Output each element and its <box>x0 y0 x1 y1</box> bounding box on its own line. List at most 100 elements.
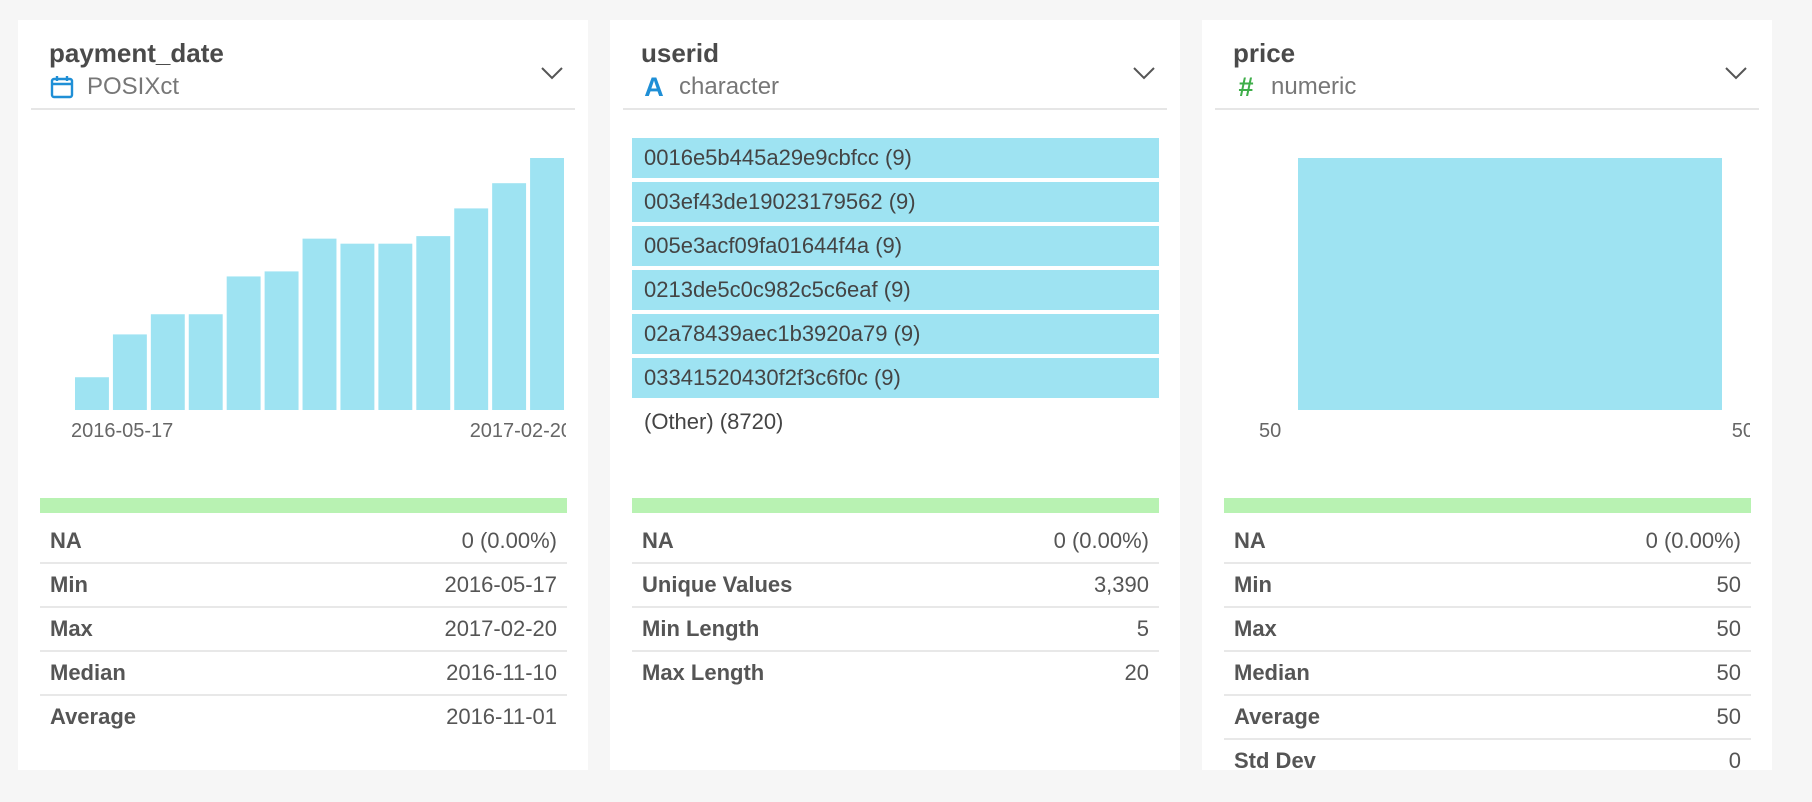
stat-row-max: Max 50 <box>1224 608 1751 652</box>
stat-label: Average <box>50 704 137 729</box>
column-type: A character <box>641 71 780 102</box>
top-value-item[interactable]: 005e3acf09fa01644f4a (9) <box>632 226 1159 266</box>
stat-value: 5 <box>1136 616 1149 641</box>
stat-row-std-dev: Std Dev 0 <box>1224 740 1751 782</box>
top-value-item[interactable]: 03341520430f2f3c6f0c (9) <box>632 358 1159 398</box>
stat-row-unique: Unique Values 3,390 <box>632 564 1159 608</box>
stat-label: Min Length <box>642 616 760 641</box>
column-card-userid: userid A character 0016e5b445a29e9cbfcc … <box>610 20 1180 770</box>
chevron-down-icon[interactable] <box>1131 60 1157 86</box>
stat-value: 0 (0.00%) <box>1053 528 1149 553</box>
stat-row-na: NA 0 (0.00%) <box>1224 520 1751 564</box>
stat-label: Max <box>50 616 93 641</box>
stat-row-min: Min 2016-05-17 <box>40 564 567 608</box>
stat-row-min-length: Min Length 5 <box>632 608 1159 652</box>
column-name: payment_date <box>49 38 224 68</box>
stat-label: Max <box>1234 616 1277 641</box>
card-header: userid A character <box>623 20 1167 110</box>
x-axis-min-label: 2016-05-17 <box>71 420 173 442</box>
stat-value: 20 <box>1124 660 1149 685</box>
stat-value: 3,390 <box>1093 572 1149 597</box>
top-value-item[interactable]: 003ef43de19023179562 (9) <box>632 182 1159 222</box>
stat-value: 2016-05-17 <box>444 572 557 597</box>
column-name: price <box>1233 38 1296 68</box>
top-values-list: 0016e5b445a29e9cbfcc (9) 003ef43de190231… <box>632 138 1159 442</box>
stat-row-max: Max 2017-02-20 <box>40 608 567 652</box>
histogram-bar[interactable] <box>454 208 489 410</box>
stat-row-max-length: Max Length 20 <box>632 652 1159 694</box>
stat-value: 0 (0.00%) <box>1645 528 1741 553</box>
stat-row-median: Median 2016-11-10 <box>40 652 567 696</box>
stat-label: NA <box>642 528 674 553</box>
top-value-item[interactable]: 0213de5c0c982c5c6eaf (9) <box>632 270 1159 310</box>
stats-table: NA 0 (0.00%) Min 2016-05-17 Max 2017-02-20 … <box>40 520 567 738</box>
histogram-svg: 50 50 <box>1259 158 1750 442</box>
x-axis-max-label: 2017-02-20 <box>470 420 566 442</box>
column-name: userid <box>641 38 720 68</box>
stats-table: NA 0 (0.00%) Min 50 Max 50 Median 50 Average… <box>1224 520 1751 782</box>
histogram-bar[interactable] <box>75 377 109 410</box>
stat-label: Min <box>50 572 88 597</box>
stat-label: Min <box>1234 572 1272 597</box>
histogram-bar[interactable] <box>416 236 451 410</box>
histogram-bar[interactable] <box>112 334 147 410</box>
stat-label: Average <box>1234 704 1321 729</box>
card-header: price # numeric <box>1215 20 1759 110</box>
chevron-down-icon[interactable] <box>1723 60 1749 86</box>
column-type: POSIXct <box>49 73 179 101</box>
other-values-item: (Other) (8720) <box>644 409 784 434</box>
chevron-down-icon[interactable] <box>539 60 565 86</box>
stat-value: 50 <box>1716 616 1741 641</box>
histogram-bar[interactable] <box>150 314 185 410</box>
stat-value: 2016-11-10 <box>446 660 557 685</box>
stat-value: 2016-11-01 <box>446 704 557 729</box>
histogram-bar[interactable] <box>188 314 223 410</box>
column-type-label: POSIXct <box>87 73 180 100</box>
stat-row-na: NA 0 (0.00%) <box>632 520 1159 564</box>
stat-label: Median <box>1234 660 1310 685</box>
histogram: 2016-05-17 2017-02-20 <box>38 138 566 461</box>
stat-label: Median <box>50 660 126 685</box>
stat-value: 50 <box>1716 660 1741 685</box>
numeric-type-icon: # <box>1238 71 1254 102</box>
histogram-bar[interactable] <box>264 271 299 410</box>
na-ratio-bar <box>1224 498 1751 513</box>
column-type: # numeric <box>1233 71 1357 102</box>
histogram-bar[interactable] <box>302 238 337 410</box>
stat-row-average: Average 50 <box>1224 696 1751 740</box>
stat-value: 0 (0.00%) <box>461 528 557 553</box>
histogram-bar[interactable] <box>530 158 564 410</box>
stat-label: Max Length <box>642 660 765 685</box>
stat-row-min: Min 50 <box>1224 564 1751 608</box>
stat-label: NA <box>1234 528 1266 553</box>
stat-value: 0 <box>1728 748 1741 773</box>
stat-value: 50 <box>1716 572 1741 597</box>
stat-label: Unique Values <box>642 572 793 597</box>
stat-row-median: Median 50 <box>1224 652 1751 696</box>
card-header: payment_date POSIXct <box>31 20 575 110</box>
histogram-bar[interactable] <box>378 243 413 410</box>
column-card-price: price # numeric 50 50 NA 0 (0.00%) Min 50 M… <box>1202 20 1772 773</box>
column-type-label: numeric <box>1271 73 1357 100</box>
calendar-icon <box>49 74 75 100</box>
histogram-bar[interactable] <box>1298 158 1722 410</box>
x-axis-min-label: 50 <box>1259 420 1281 442</box>
na-ratio-bar <box>40 498 567 513</box>
stat-value: 50 <box>1716 704 1741 729</box>
stat-value: 2017-02-20 <box>444 616 557 641</box>
histogram-svg: 2016-05-17 2017-02-20 <box>71 158 566 442</box>
x-axis-max-label: 50 <box>1732 420 1750 442</box>
histogram-bar[interactable] <box>492 183 527 410</box>
stat-row-average: Average 2016-11-01 <box>40 696 567 738</box>
stat-label: Std Dev <box>1234 748 1316 773</box>
top-value-item[interactable]: 0016e5b445a29e9cbfcc (9) <box>632 138 1159 178</box>
top-value-item[interactable]: 02a78439aec1b3920a79 (9) <box>632 314 1159 354</box>
column-type-label: character <box>679 73 780 100</box>
histogram-bar[interactable] <box>340 243 375 410</box>
stat-row-na: NA 0 (0.00%) <box>40 520 567 564</box>
stat-label: NA <box>50 528 82 553</box>
histogram: 50 50 <box>1222 138 1750 461</box>
column-card-payment-date: payment_date POSIXct 2016-05-17 2017-02-2… <box>18 20 588 770</box>
histogram-bar[interactable] <box>226 276 261 410</box>
character-type-icon: A <box>644 71 664 102</box>
